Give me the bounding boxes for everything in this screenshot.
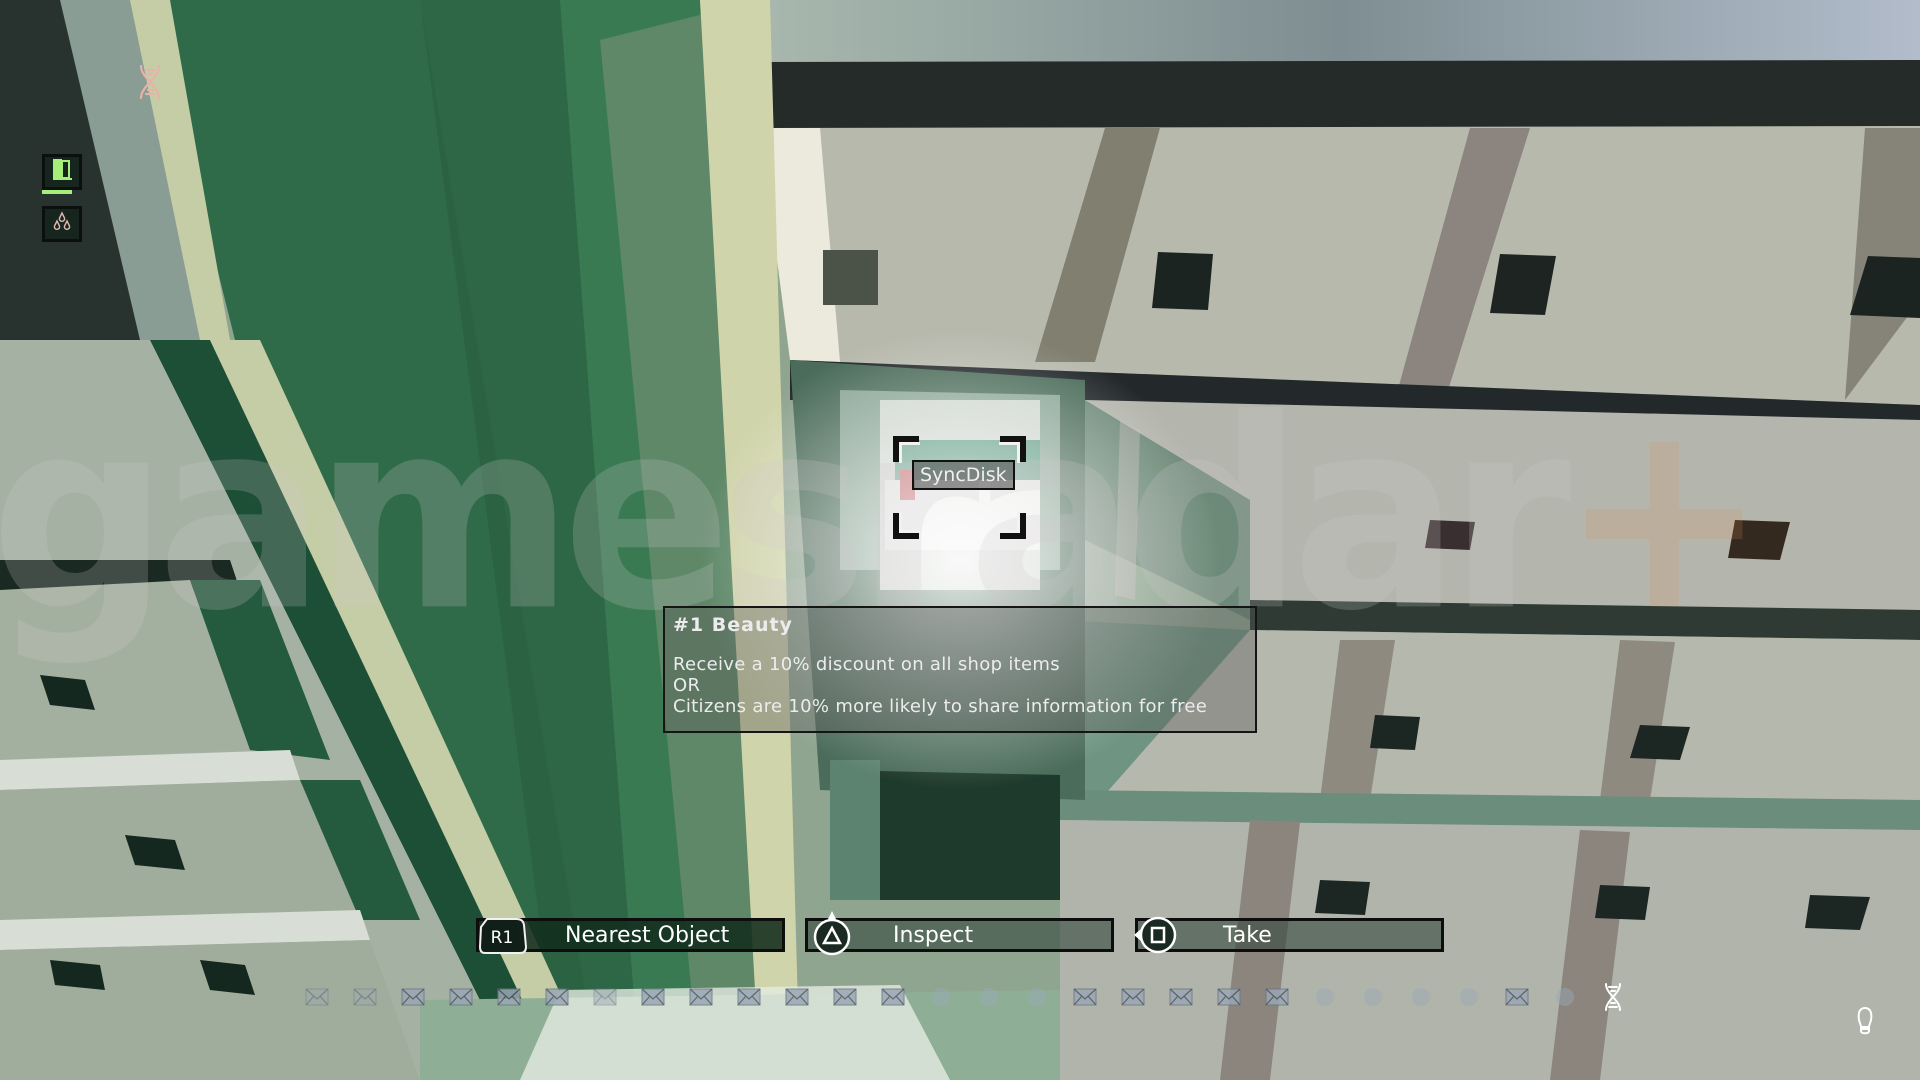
action-label: Take [1223,922,1272,948]
r1-button-icon: R1 [477,915,529,955]
reticle-corner [893,512,920,539]
envelope-icon [640,986,666,1008]
tooltip-line: OR [673,675,701,696]
envelope-icon [688,986,714,1008]
active-indicator [42,190,72,194]
envelope-icon [1264,986,1290,1008]
circle-slot-icon [928,986,954,1008]
case-board-icon [51,157,73,188]
circle-slot-icon [1024,986,1050,1008]
target-object-label[interactable]: SyncDisk [912,460,1015,490]
svg-text:R1: R1 [491,928,514,948]
square-button-icon [1132,915,1180,955]
envelope-icon [832,986,858,1008]
tooltip-title: #1 Beauty [673,614,793,636]
dna-icon [1603,982,1623,1012]
envelope-icon [784,986,810,1008]
tooltip-line: Receive a 10% discount on all shop items [673,654,1060,675]
inspect-action[interactable]: Inspect [805,911,1114,956]
envelope-icon [1216,986,1242,1008]
envelope-icon [400,986,426,1008]
syncdisk-tooltip: #1 Beauty Receive a 10% discount on all … [663,606,1257,733]
envelope-icon [1120,986,1146,1008]
circle-slot-icon [1552,986,1578,1008]
dna-icon [138,64,162,100]
circle-slot-icon [976,986,1002,1008]
action-label: Inspect [893,922,974,948]
envelope-icon [352,986,378,1008]
fingerprint-drops-button[interactable] [42,206,82,242]
fingerprint-drops-icon [51,210,73,238]
envelope-icon [592,986,618,1008]
envelope-icon [1504,986,1530,1008]
envelope-icon [304,986,330,1008]
take-action[interactable]: Take [1132,915,1444,955]
envelope-icon [736,986,762,1008]
action-label: Nearest Object [565,922,730,948]
nearest-object-action[interactable]: R1 Nearest Object [476,915,785,955]
circle-slot-icon [1456,986,1482,1008]
envelope-icon [496,986,522,1008]
status-strip [300,986,1600,1008]
triangle-button-icon [812,907,852,957]
envelope-icon [880,986,906,1008]
reticle-corner [999,436,1026,463]
footprint-icon [1854,1006,1876,1036]
case-board-button[interactable] [42,154,82,190]
envelope-icon [1168,986,1194,1008]
circle-slot-icon [1312,986,1338,1008]
envelope-icon [448,986,474,1008]
tooltip-line: Citizens are 10% more likely to share in… [673,696,1208,717]
circle-slot-icon [1408,986,1434,1008]
circle-slot-icon [1360,986,1386,1008]
envelope-icon [544,986,570,1008]
reticle-corner [999,512,1026,539]
envelope-icon [1072,986,1098,1008]
reticle-corner [893,436,920,463]
